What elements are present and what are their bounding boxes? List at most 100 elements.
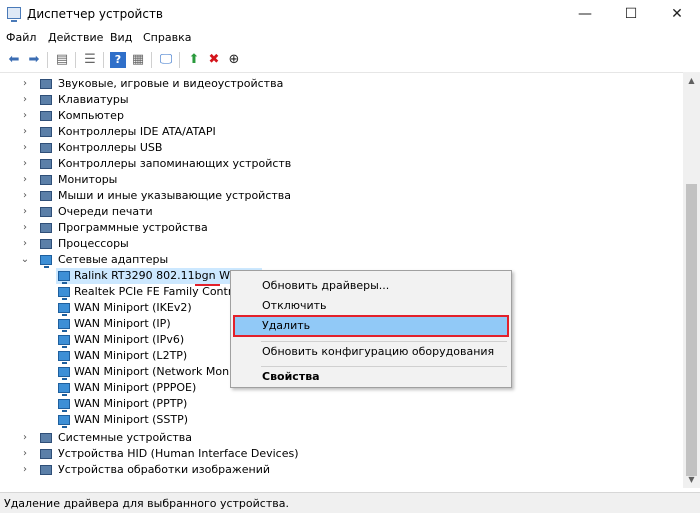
keyboard-icon xyxy=(40,95,52,105)
menu-properties[interactable]: Свойства xyxy=(233,366,509,388)
chevron-right-icon[interactable]: › xyxy=(20,462,30,478)
chevron-right-icon[interactable]: › xyxy=(20,76,30,92)
tree-category-label: Контроллеры IDE ATA/ATAPI xyxy=(58,125,216,138)
menu-item-label: Обновить драйверы... xyxy=(262,279,390,292)
close-button[interactable]: ✕ xyxy=(654,0,700,28)
annotation-underline xyxy=(195,284,220,286)
update-driver-icon[interactable]: ⬆ xyxy=(186,52,202,68)
mouse-icon xyxy=(40,191,52,201)
adapter-label: Realtek PCIe FE Family Controlle xyxy=(74,285,252,298)
scan-hardware-icon[interactable]: 🖵 xyxy=(158,52,174,68)
console-icon[interactable]: ▦ xyxy=(130,52,146,68)
cpu-icon xyxy=(40,239,52,249)
computer-icon xyxy=(40,111,52,121)
help-icon[interactable]: ? xyxy=(110,52,126,68)
back-arrow-icon[interactable]: ⬅ xyxy=(6,52,22,68)
tree-category-label: Программные устройства xyxy=(58,221,208,234)
menu-item-label: Обновить конфигурацию оборудования xyxy=(262,345,495,358)
tree-category-label: Клавиатуры xyxy=(58,93,129,106)
menu-disable[interactable]: Отключить xyxy=(233,295,509,317)
chevron-right-icon[interactable]: › xyxy=(20,172,30,188)
adapter-label: Ralink RT3290 802.11bgn Wi-Fi A xyxy=(74,269,257,282)
menu-scan-hardware[interactable]: Обновить конфигурацию оборудования xyxy=(233,341,509,363)
network-adapter-icon xyxy=(58,351,70,364)
usb-icon xyxy=(40,143,52,153)
adapter-label: WAN Miniport (PPPOE) xyxy=(74,381,197,394)
system-icon xyxy=(40,433,52,443)
menu-file[interactable]: Файл xyxy=(6,31,36,44)
adapter-label: WAN Miniport (L2TP) xyxy=(74,349,188,362)
ide-icon xyxy=(40,127,52,137)
network-adapter-icon xyxy=(58,367,70,380)
storage-icon xyxy=(40,159,52,169)
toolbar-separator xyxy=(75,52,76,68)
chevron-right-icon[interactable]: › xyxy=(20,156,30,172)
speaker-icon xyxy=(40,79,52,89)
adapter-label: WAN Miniport (IP) xyxy=(74,317,171,330)
camera-icon xyxy=(40,465,52,475)
chevron-right-icon[interactable]: › xyxy=(20,188,30,204)
menu-item-label: Отключить xyxy=(262,299,327,312)
toolbar-separator xyxy=(151,52,152,68)
status-text: Удаление драйвера для выбранного устройс… xyxy=(4,497,289,510)
network-adapter-icon xyxy=(58,271,70,284)
properties-icon[interactable]: ▤ xyxy=(54,52,70,68)
chevron-right-icon[interactable]: › xyxy=(20,236,30,252)
tree-category-label: Звуковые, игровые и видеоустройства xyxy=(58,77,284,90)
tree-category-label: Мыши и иные указывающие устройства xyxy=(58,189,292,202)
chevron-right-icon[interactable]: › xyxy=(20,140,30,156)
forward-arrow-icon[interactable]: ➡ xyxy=(26,52,42,68)
menu-item-label: Удалить xyxy=(262,319,311,332)
tree-category-label: Процессоры xyxy=(58,237,129,250)
monitor-icon xyxy=(40,175,52,185)
maximize-button[interactable]: ☐ xyxy=(608,0,654,28)
chevron-right-icon[interactable]: › xyxy=(20,430,30,446)
hid-icon xyxy=(40,449,52,459)
adapter-label: WAN Miniport (IPv6) xyxy=(74,333,185,346)
list-view-icon[interactable]: ☰ xyxy=(82,52,98,68)
status-bar: Удаление драйвера для выбранного устройс… xyxy=(0,492,700,513)
tree-category-label: Устройства HID (Human Interface Devices) xyxy=(58,447,299,460)
tree-category-label: Системные устройства xyxy=(58,431,192,444)
minimize-button[interactable]: — xyxy=(562,0,608,28)
enable-device-icon[interactable]: ⊕ xyxy=(226,52,242,68)
network-adapter-icon xyxy=(58,319,70,332)
scroll-down-icon[interactable]: ▼ xyxy=(683,471,700,488)
network-adapter-icon xyxy=(58,415,70,428)
menu-help[interactable]: Справка xyxy=(143,31,191,44)
menu-item-label: Свойства xyxy=(262,370,320,383)
menu-update-drivers[interactable]: Обновить драйверы... xyxy=(233,275,509,297)
network-adapter-icon xyxy=(58,303,70,316)
chevron-right-icon[interactable]: › xyxy=(20,204,30,220)
chevron-down-icon[interactable]: ⌄ xyxy=(20,252,30,268)
adapter-label: WAN Miniport (IKEv2) xyxy=(74,301,192,314)
device-manager-icon xyxy=(7,7,21,22)
title-bar: Диспетчер устройств — ☐ ✕ xyxy=(0,0,700,28)
scrollbar-thumb[interactable] xyxy=(686,184,697,476)
chevron-right-icon[interactable]: › xyxy=(20,446,30,462)
toolbar-separator xyxy=(47,52,48,68)
network-icon xyxy=(40,255,52,268)
chevron-right-icon[interactable]: › xyxy=(20,124,30,140)
uninstall-icon[interactable]: ✖ xyxy=(206,52,222,68)
chevron-right-icon[interactable]: › xyxy=(20,92,30,108)
adapter-label: WAN Miniport (SSTP) xyxy=(74,413,189,426)
scroll-up-icon[interactable]: ▲ xyxy=(683,72,700,89)
menu-bar: Файл Действие Вид Справка xyxy=(0,28,700,48)
tree-category-label: Устройства обработки изображений xyxy=(58,463,271,476)
printer-icon xyxy=(40,207,52,217)
menu-view[interactable]: Вид xyxy=(110,31,132,44)
chevron-right-icon[interactable]: › xyxy=(20,108,30,124)
menu-uninstall[interactable]: Удалить xyxy=(233,315,509,337)
vertical-scrollbar[interactable]: ▲ ▼ xyxy=(683,72,700,488)
tree-category-label: Контроллеры USB xyxy=(58,141,163,154)
menu-action[interactable]: Действие xyxy=(48,31,103,44)
network-adapter-icon xyxy=(58,383,70,396)
tree-category-label: Очереди печати xyxy=(58,205,153,218)
adapter-label: WAN Miniport (Network Monito xyxy=(74,365,244,378)
network-adapter-icon xyxy=(58,287,70,300)
toolbar-separator xyxy=(179,52,180,68)
toolbar: ⬅ ➡ ▤ ☰ ? ▦ 🖵 ⬆ ✖ ⊕ xyxy=(0,48,700,73)
tree-category-label: Мониторы xyxy=(58,173,118,186)
chevron-right-icon[interactable]: › xyxy=(20,220,30,236)
